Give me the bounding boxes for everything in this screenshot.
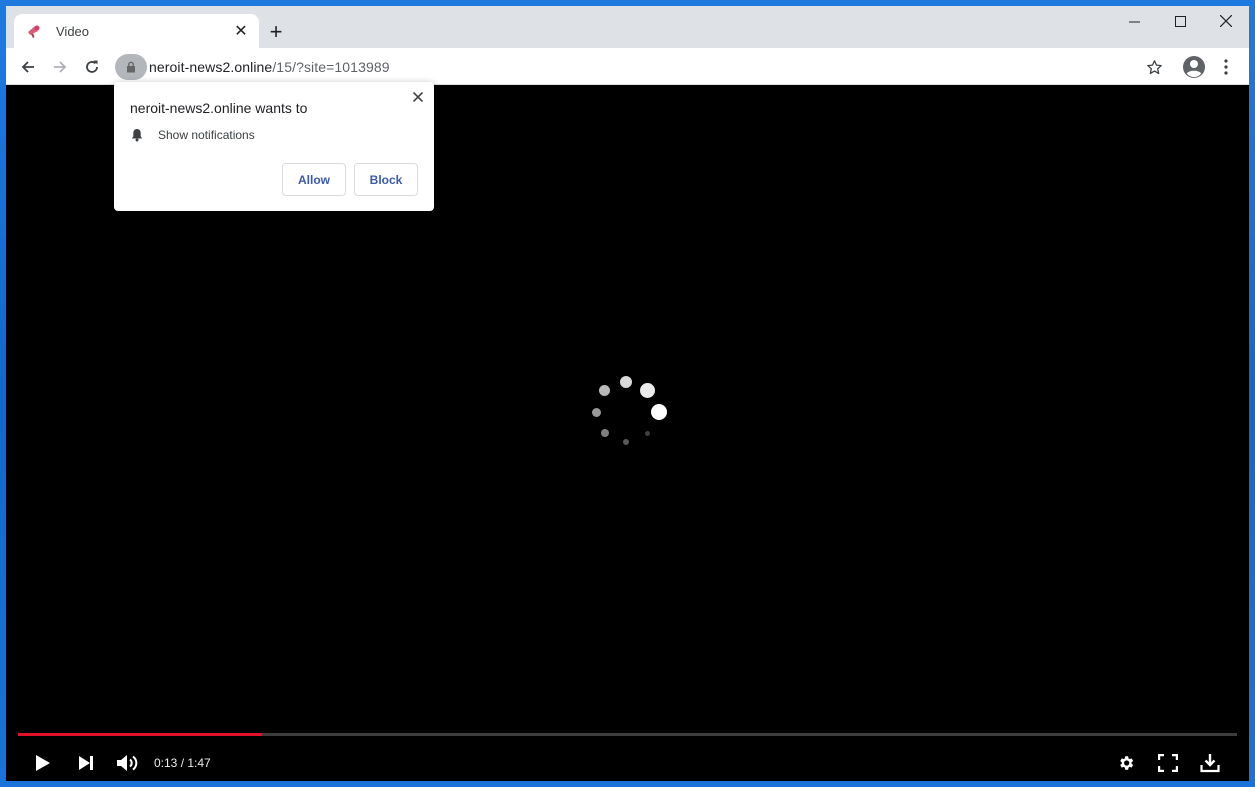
gear-icon xyxy=(1120,756,1134,770)
reload-icon xyxy=(86,60,98,73)
spinner-dot xyxy=(599,385,611,397)
fullscreen-button[interactable] xyxy=(1154,749,1182,777)
permission-label: Show notifications xyxy=(158,128,255,142)
volume-button[interactable] xyxy=(114,749,142,777)
star-icon xyxy=(1146,59,1162,74)
play-button[interactable] xyxy=(29,749,57,777)
new-tab-button[interactable]: + xyxy=(264,19,288,44)
spinner-dot xyxy=(639,383,655,399)
profile-button[interactable] xyxy=(1181,54,1207,80)
site-info-button[interactable] xyxy=(115,53,147,80)
forward-arrow-icon xyxy=(54,61,67,73)
video-progress-fill xyxy=(18,733,262,736)
skip-next-icon xyxy=(79,756,93,770)
close-icon xyxy=(1220,15,1232,27)
video-controls: 0:13 / 1:47 xyxy=(6,745,1249,779)
spinner-dot xyxy=(623,439,629,445)
spinner-dot xyxy=(644,430,650,436)
notification-permission-popup: neroit-news2.online wants to Show notifi… xyxy=(114,82,434,211)
bell-icon xyxy=(131,129,143,142)
maximize-icon xyxy=(1174,15,1186,27)
toolbar: neroit-news2.online/15/?site=1013989 xyxy=(6,48,1249,85)
close-window-button[interactable] xyxy=(1203,6,1249,36)
next-button[interactable] xyxy=(72,749,100,777)
permission-row: Show notifications xyxy=(130,128,255,142)
back-button[interactable] xyxy=(15,54,41,80)
url-host: neroit-news2.online xyxy=(149,58,273,75)
popup-close-button[interactable] xyxy=(408,87,428,107)
browser-window: Video ✕ + neroit-news2.online/15/?site=1… xyxy=(6,6,1249,781)
kebab-menu-icon xyxy=(1224,59,1228,75)
spinner-dot xyxy=(651,404,667,420)
tab-strip: Video ✕ + xyxy=(6,6,1249,48)
minimize-icon xyxy=(1128,21,1140,22)
tab-close-button[interactable]: ✕ xyxy=(231,21,251,41)
popup-title: neroit-news2.online wants to xyxy=(130,100,308,116)
video-progress-bar[interactable] xyxy=(18,733,1237,736)
spinner-dot xyxy=(620,376,632,388)
maximize-button[interactable] xyxy=(1157,6,1203,36)
megaphone-icon xyxy=(26,23,42,39)
close-icon xyxy=(413,92,423,102)
tab-video[interactable]: Video ✕ xyxy=(14,14,259,48)
tab-title: Video xyxy=(56,23,90,39)
url-path: /15/?site=1013989 xyxy=(272,58,390,75)
block-button[interactable]: Block xyxy=(354,163,418,196)
download-icon xyxy=(1200,754,1220,773)
download-button[interactable] xyxy=(1196,749,1224,777)
account-icon xyxy=(1183,56,1205,78)
menu-button[interactable] xyxy=(1213,54,1239,80)
allow-button[interactable]: Allow xyxy=(282,163,346,196)
minimize-button[interactable] xyxy=(1111,6,1157,36)
url-text: neroit-news2.online/15/?site=1013989 xyxy=(149,59,390,75)
settings-button[interactable] xyxy=(1112,749,1140,777)
back-arrow-icon xyxy=(21,61,34,73)
play-icon xyxy=(36,755,50,771)
address-bar[interactable]: neroit-news2.online/15/?site=1013989 xyxy=(114,52,1170,81)
spinner-dot xyxy=(600,429,609,438)
bookmark-button[interactable] xyxy=(1141,54,1167,80)
volume-icon xyxy=(117,755,138,771)
reload-button[interactable] xyxy=(79,54,105,80)
lock-icon xyxy=(127,61,135,72)
spinner-dot xyxy=(591,407,601,417)
time-display: 0:13 / 1:47 xyxy=(154,756,211,770)
loading-spinner xyxy=(586,372,667,452)
window-controls xyxy=(1111,6,1249,36)
fullscreen-icon xyxy=(1158,754,1178,772)
forward-button[interactable] xyxy=(47,54,73,80)
